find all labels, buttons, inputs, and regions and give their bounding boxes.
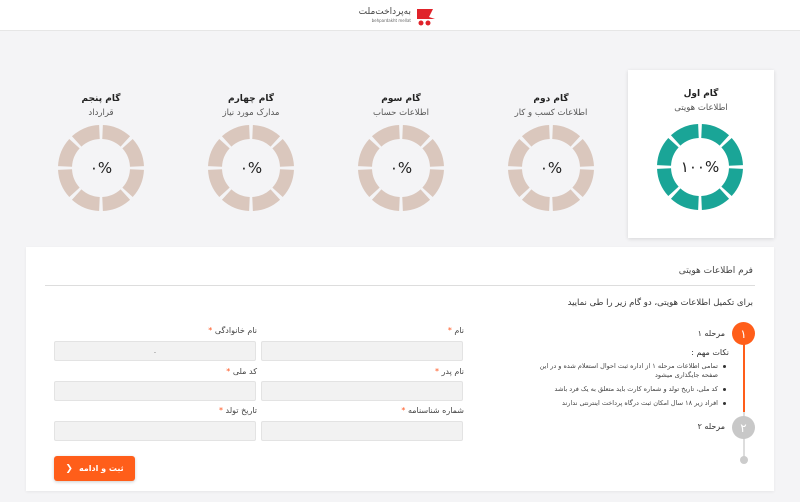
step-1-percent: ۱۰۰% <box>680 158 720 176</box>
form-hint: برای تکمیل اطلاعات هویتی، دو گام زیر را … <box>567 298 753 308</box>
stage-2-badge: ۲ <box>732 416 755 439</box>
step-4-ring: ۰% <box>207 124 295 212</box>
top-bar: به‌پرداخت‌ملت behpardakht mellat <box>0 0 800 31</box>
brand-logo[interactable]: به‌پرداخت‌ملت behpardakht mellat <box>359 7 439 27</box>
submit-label: ثبت و ادامه <box>78 464 124 473</box>
notes-list: تمامی اطلاعات مرحله ۱ از اداره ثبت احوال… <box>526 362 726 413</box>
note-item: کد ملی، تاریخ تولد و شماره کارت باید متع… <box>526 385 726 394</box>
birth-date-input[interactable] <box>54 421 256 441</box>
step-5-subtitle: قرارداد <box>88 108 114 118</box>
step-3-percent: ۰% <box>389 159 413 177</box>
step-5-ring: ۰% <box>57 124 145 212</box>
id-number-input[interactable] <box>261 421 463 441</box>
id-number-label: شماره شناسنامه * <box>401 406 464 415</box>
step-1-title: گام اول <box>683 89 719 99</box>
form-title: فرم اطلاعات هویتی <box>678 266 753 276</box>
step-2: گام دوم اطلاعات کسب و کار <box>490 93 612 119</box>
stage-1-badge: ۱ <box>732 322 755 345</box>
note-item: افراد زیر ۱۸ سال امکان ثبت درگاه پرداخت … <box>526 399 726 408</box>
step-1-subtitle: اطلاعات هویتی <box>674 103 728 113</box>
step-3-ring: ۰% <box>357 124 445 212</box>
last-name-input[interactable]: . <box>54 341 256 361</box>
step-4-percent: ۰% <box>239 159 263 177</box>
first-name-input[interactable] <box>261 341 463 361</box>
notes-title: نکات مهم : <box>691 348 729 357</box>
stage-1-label: مرحله ۱ <box>697 329 725 338</box>
submit-continue-button[interactable]: ثبت و ادامه ❮ <box>54 456 135 481</box>
step-3-subtitle: اطلاعات حساب <box>373 108 429 118</box>
logo-mark-icon <box>417 9 435 26</box>
birth-date-label: تاریخ تولد * <box>218 406 257 415</box>
step-4: گام چهارم مدارک مورد نیاز <box>190 93 312 119</box>
note-item: تمامی اطلاعات مرحله ۱ از اداره ثبت احوال… <box>526 362 726 380</box>
step-2-title: گام دوم <box>533 94 569 104</box>
step-2-subtitle: اطلاعات کسب و کار <box>514 108 588 118</box>
national-code-label: کد ملی * <box>226 367 257 376</box>
form-divider <box>45 285 755 286</box>
step-5-title: گام پنجم <box>81 94 121 104</box>
father-name-label: نام پدر * <box>435 367 464 376</box>
timeline-progress <box>743 340 745 412</box>
last-name-label: نام خانوادگی * <box>208 326 257 335</box>
step-2-percent: ۰% <box>539 159 563 177</box>
step-5: گام پنجم قرارداد <box>40 93 162 119</box>
chevron-left-icon: ❮ <box>65 463 73 474</box>
step-3-title: گام سوم <box>381 94 421 104</box>
step-3: گام سوم اطلاعات حساب <box>340 93 462 119</box>
step-4-subtitle: مدارک مورد نیاز <box>222 108 280 118</box>
brand-subtitle: behpardakht mellat <box>371 18 411 23</box>
timeline-end-dot <box>740 456 748 464</box>
father-name-input[interactable] <box>261 381 463 401</box>
first-name-label: نام * <box>447 326 464 335</box>
national-code-input[interactable] <box>54 381 256 401</box>
step-2-ring: ۰% <box>507 124 595 212</box>
stage-2-label: مرحله ۲ <box>697 422 725 431</box>
step-1: گام اول اطلاعات هویتی <box>628 88 774 114</box>
step-1-ring: ۱۰۰% <box>656 123 744 211</box>
brand-name: به‌پرداخت‌ملت <box>358 7 411 17</box>
step-4-title: گام چهارم <box>228 94 274 104</box>
step-5-percent: ۰% <box>89 159 113 177</box>
